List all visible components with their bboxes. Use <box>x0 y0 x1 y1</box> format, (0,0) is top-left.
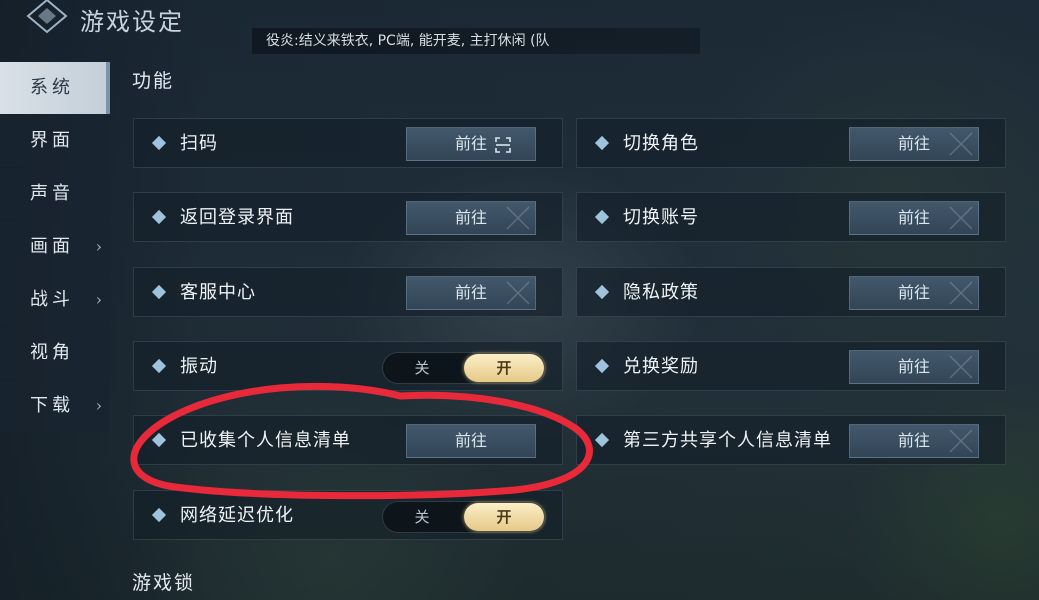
setting-label: 客服中心 <box>180 282 256 303</box>
setting-row-network-optimization: 网络延迟优化 关 开 <box>133 490 563 540</box>
switch-account-go-button[interactable]: 前往 <box>849 201 979 235</box>
go-button-label: 前往 <box>454 134 487 153</box>
diamond-bullet-icon <box>151 135 167 151</box>
setting-row-switch-account: 切换账号 前往 <box>576 192 1006 242</box>
sidebar-item-graphics[interactable]: 画面 › <box>0 221 110 273</box>
setting-label: 返回登录界面 <box>180 207 294 228</box>
setting-row-collected-personal-info: 已收集个人信息清单 前往 <box>133 415 563 465</box>
setting-row-redeem-rewards: 兑换奖励 前往 <box>576 341 1006 391</box>
setting-label: 网络延迟优化 <box>180 505 294 526</box>
switch-character-go-button[interactable]: 前往 <box>849 127 979 161</box>
cross-pattern-icon <box>949 132 973 156</box>
collected-info-go-button[interactable]: 前往 <box>406 424 536 458</box>
setting-label: 切换账号 <box>623 207 699 228</box>
setting-row-third-party-sharing: 第三方共享个人信息清单 前往 <box>576 415 1006 465</box>
scan-go-button[interactable]: 前往 <box>406 127 536 161</box>
go-button-label: 前往 <box>454 283 487 302</box>
sidebar-item-camera[interactable]: 视角 <box>0 327 110 379</box>
go-button-label: 前往 <box>454 431 487 450</box>
cross-pattern-icon <box>506 281 530 305</box>
announcement-text: 役炎:结义来铁衣, PC端, 能开麦, 主打休闲 (队 <box>266 33 550 49</box>
settings-sidebar: 系统 界面 声音 画面 › 战斗 › 视角 下载 › <box>0 62 110 433</box>
sidebar-item-label: 系统 <box>30 77 74 98</box>
setting-row-customer-service: 客服中心 前往 <box>133 267 563 317</box>
toggle-off-option[interactable]: 关 <box>383 353 461 383</box>
go-button-label: 前往 <box>897 283 930 302</box>
go-button-label: 前往 <box>897 431 930 450</box>
diamond-bullet-icon <box>151 432 167 448</box>
diamond-bullet-icon <box>151 209 167 225</box>
diamond-bullet-icon <box>151 358 167 374</box>
setting-row-switch-character: 切换角色 前往 <box>576 118 1006 168</box>
toggle-on-option[interactable]: 开 <box>464 503 544 531</box>
sidebar-item-label: 界面 <box>30 130 74 151</box>
privacy-policy-go-button[interactable]: 前往 <box>849 276 979 310</box>
go-button-label: 前往 <box>897 134 930 153</box>
redeem-rewards-go-button[interactable]: 前往 <box>849 350 979 384</box>
setting-label: 第三方共享个人信息清单 <box>623 430 832 451</box>
setting-row-scan: 扫码 前往 <box>133 118 563 168</box>
sidebar-item-system[interactable]: 系统 <box>0 62 110 114</box>
setting-label: 兑换奖励 <box>623 356 699 377</box>
go-button-label: 前往 <box>897 357 930 376</box>
cross-pattern-icon <box>949 429 973 453</box>
customer-service-go-button[interactable]: 前往 <box>406 276 536 310</box>
game-logo-icon <box>26 0 68 34</box>
chevron-right-icon: › <box>95 396 102 415</box>
cross-pattern-icon <box>949 206 973 230</box>
setting-row-privacy-policy: 隐私政策 前往 <box>576 267 1006 317</box>
sidebar-item-label: 声音 <box>30 183 74 204</box>
cross-pattern-icon <box>506 206 530 230</box>
go-button-label: 前往 <box>897 208 930 227</box>
setting-label: 扫码 <box>180 133 218 154</box>
setting-row-back-to-login: 返回登录界面 前往 <box>133 192 563 242</box>
setting-label: 切换角色 <box>623 133 699 154</box>
section-title-function: 功能 <box>132 70 175 92</box>
diamond-bullet-icon <box>594 432 610 448</box>
network-optimization-toggle[interactable]: 关 开 <box>382 501 546 533</box>
setting-label: 振动 <box>180 356 218 377</box>
sidebar-item-sound[interactable]: 声音 <box>0 168 110 220</box>
chevron-right-icon: › <box>95 237 102 256</box>
page-title: 游戏设定 <box>80 8 184 36</box>
setting-row-vibration: 振动 关 开 <box>133 341 563 391</box>
toggle-off-option[interactable]: 关 <box>383 502 461 532</box>
diamond-bullet-icon <box>594 135 610 151</box>
diamond-bullet-icon <box>594 209 610 225</box>
diamond-bullet-icon <box>151 284 167 300</box>
cross-pattern-icon <box>949 281 973 305</box>
setting-label: 隐私政策 <box>623 282 699 303</box>
sidebar-item-combat[interactable]: 战斗 › <box>0 274 110 326</box>
sidebar-item-label: 战斗 <box>30 289 74 310</box>
scan-qr-icon <box>495 137 511 153</box>
go-button-label: 前往 <box>454 208 487 227</box>
chevron-right-icon: › <box>95 290 102 309</box>
sidebar-item-label: 视角 <box>30 342 74 363</box>
section-title-game-lock: 游戏锁 <box>132 572 196 594</box>
diamond-bullet-icon <box>151 507 167 523</box>
back-to-login-go-button[interactable]: 前往 <box>406 201 536 235</box>
vibration-toggle[interactable]: 关 开 <box>382 352 546 384</box>
sidebar-item-interface[interactable]: 界面 <box>0 115 110 167</box>
third-party-sharing-go-button[interactable]: 前往 <box>849 424 979 458</box>
diamond-bullet-icon <box>594 358 610 374</box>
sidebar-item-download[interactable]: 下载 › <box>0 380 110 432</box>
setting-label: 已收集个人信息清单 <box>180 430 351 451</box>
sidebar-item-label: 下载 <box>30 395 74 416</box>
toggle-on-option[interactable]: 开 <box>464 354 544 382</box>
cross-pattern-icon <box>949 355 973 379</box>
diamond-bullet-icon <box>594 284 610 300</box>
sidebar-item-label: 画面 <box>30 236 74 257</box>
announcement-marquee: 役炎:结义来铁衣, PC端, 能开麦, 主打休闲 (队 <box>252 28 700 54</box>
